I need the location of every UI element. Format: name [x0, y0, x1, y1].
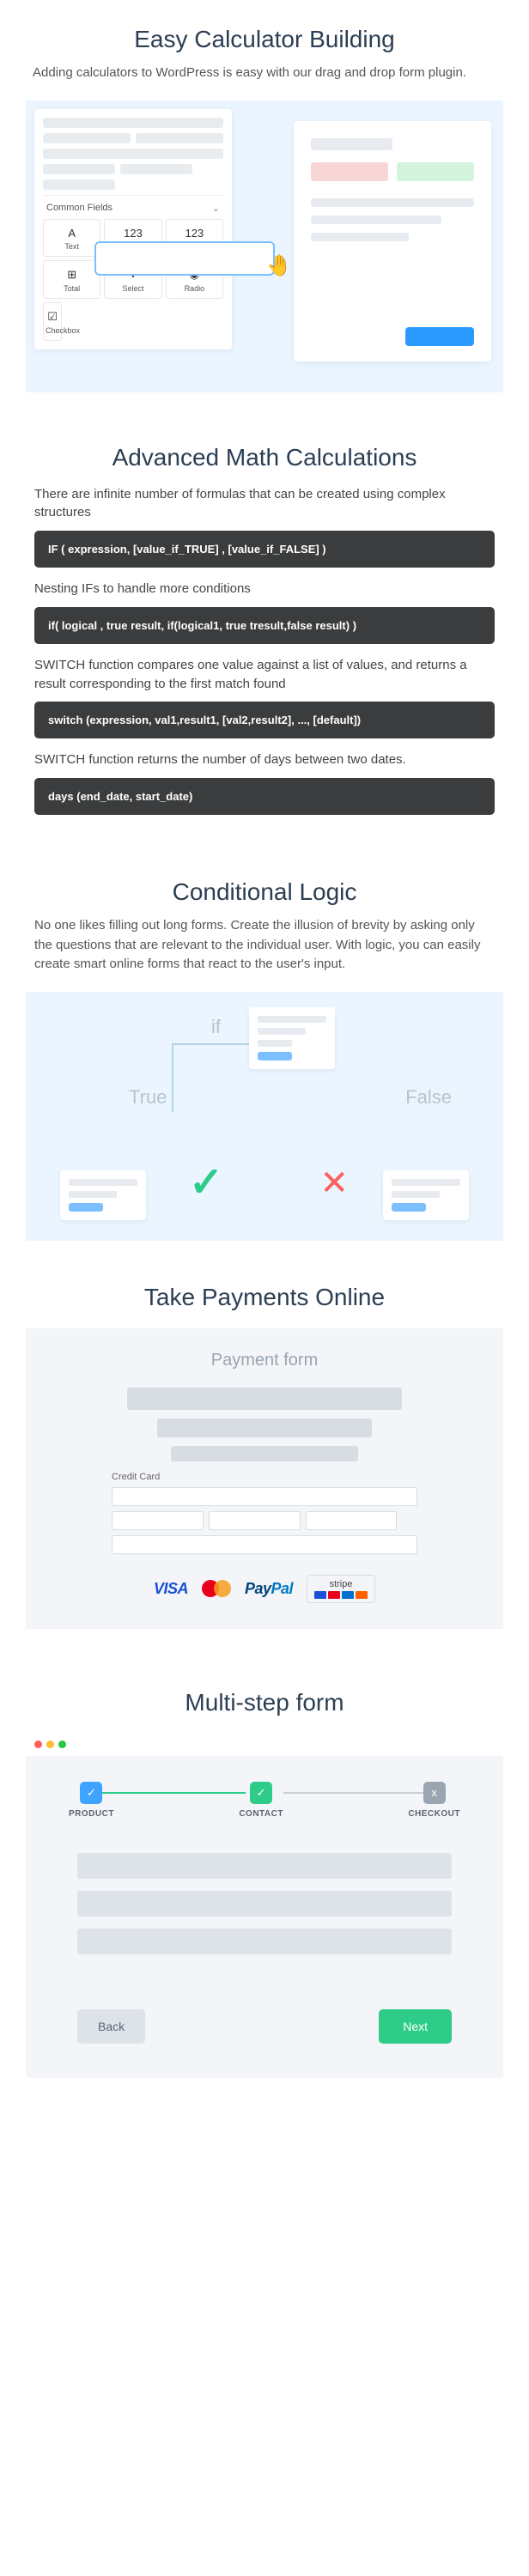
close-dot-icon: [34, 1741, 42, 1748]
step-product: ✓PRODUCT: [69, 1782, 114, 1819]
section-title: Advanced Math Calculations: [34, 444, 495, 471]
step-contact: ✓CONTACT: [239, 1782, 283, 1819]
common-fields-label: Common Fields: [46, 203, 112, 213]
section-title: Multi-step form: [26, 1689, 503, 1716]
math-intro-3: SWITCH function compares one value again…: [34, 656, 495, 694]
field-tile-total[interactable]: ⊞Total: [43, 260, 100, 299]
field-tile-checkbox[interactable]: ☑Checkbox: [43, 302, 62, 341]
cross-icon: ✕: [319, 1163, 349, 1203]
window-controls: [26, 1734, 503, 1756]
preview-green-block: [397, 162, 474, 181]
true-label: True: [129, 1086, 167, 1109]
field-tile-text[interactable]: AText: [43, 219, 100, 257]
dragging-field: [94, 241, 275, 276]
payments-section: Take Payments Online Payment form Credit…: [0, 1249, 529, 1663]
section-subtitle: No one likes filling out long forms. Cre…: [26, 916, 503, 975]
checkbox-icon: ☑: [46, 310, 59, 324]
preview-red-block: [311, 162, 388, 181]
visa-logo: VISA: [154, 1580, 188, 1598]
conditional-card: [249, 1007, 335, 1069]
payment-form-title: Payment form: [69, 1351, 460, 1370]
slider-icon: 123: [168, 227, 221, 240]
minimize-dot-icon: [46, 1741, 54, 1748]
cc-exp-input[interactable]: [112, 1511, 204, 1530]
chevron-down-icon: ⌄: [212, 203, 220, 214]
step-indicator: ✓PRODUCT ✓CONTACT xCHECKOUT: [26, 1756, 503, 1827]
math-intro-2: Nesting IFs to handle more conditions: [34, 580, 495, 598]
easy-calculator-section: Easy Calculator Building Adding calculat…: [0, 0, 529, 418]
code-nested-if: if( logical , true result, if(logical1, …: [34, 607, 495, 644]
conditional-card-true: [60, 1170, 146, 1220]
advanced-math-section: Advanced Math Calculations There are inf…: [0, 418, 529, 845]
credit-card-label: Credit Card: [112, 1472, 460, 1482]
fields-panel: Common Fields ⌄ AText 123Number 123Slide…: [34, 109, 232, 349]
hand-cursor-icon: 🤚: [266, 253, 292, 278]
back-button[interactable]: Back: [77, 2009, 145, 2044]
code-days: days (end_date, start_date): [34, 778, 495, 815]
cc-name-input[interactable]: [112, 1535, 417, 1554]
check-icon: ✓: [80, 1782, 102, 1804]
step-checkout: xCHECKOUT: [408, 1782, 460, 1819]
maximize-dot-icon: [58, 1741, 66, 1748]
section-title: Take Payments Online: [26, 1284, 503, 1311]
cc-cvc-input[interactable]: [209, 1511, 301, 1530]
section-title: Conditional Logic: [26, 878, 503, 906]
check-icon: ✓: [250, 1782, 272, 1804]
preview-submit-button: [405, 327, 474, 346]
conditional-logic-section: Conditional Logic No one likes filling o…: [0, 844, 529, 1249]
multistep-content: [26, 1827, 503, 1992]
mastercard-logo: [202, 1579, 231, 1598]
multistep-mock: ✓PRODUCT ✓CONTACT xCHECKOUT Back Next: [26, 1734, 503, 2078]
section-title: Easy Calculator Building: [26, 26, 503, 53]
cc-zip-input[interactable]: [306, 1511, 398, 1530]
cc-number-input[interactable]: [112, 1487, 417, 1506]
total-icon: ⊞: [46, 268, 98, 282]
section-subtitle: Adding calculators to WordPress is easy …: [26, 64, 503, 83]
next-button[interactable]: Next: [379, 2009, 452, 2044]
conditional-graphic: if True False ✓ ✕: [26, 992, 503, 1241]
x-icon: x: [423, 1782, 446, 1804]
payment-form-mock: Payment form Credit Card VISA PayPal str…: [26, 1328, 503, 1629]
check-icon: ✓: [189, 1158, 223, 1206]
false-label: False: [405, 1086, 452, 1109]
math-intro-4: SWITCH function returns the number of da…: [34, 750, 495, 769]
number-icon: 123: [106, 227, 159, 240]
text-icon: A: [46, 227, 98, 240]
math-intro-1: There are infinite number of formulas th…: [34, 485, 495, 523]
builder-mock: Common Fields ⌄ AText 123Number 123Slide…: [26, 100, 503, 392]
stripe-logo: stripe: [307, 1575, 375, 1603]
code-if: IF ( expression, [value_if_TRUE] , [valu…: [34, 531, 495, 568]
if-label: if: [211, 1016, 221, 1038]
conditional-card-false: [383, 1170, 469, 1220]
form-preview: [294, 121, 491, 361]
multistep-section: Multi-step form ✓PRODUCT ✓CONTACT xCHECK…: [0, 1663, 529, 2129]
paypal-logo: PayPal: [245, 1580, 293, 1598]
payment-logos: VISA PayPal stripe: [69, 1575, 460, 1603]
code-switch: switch (expression, val1,result1, [val2,…: [34, 702, 495, 738]
